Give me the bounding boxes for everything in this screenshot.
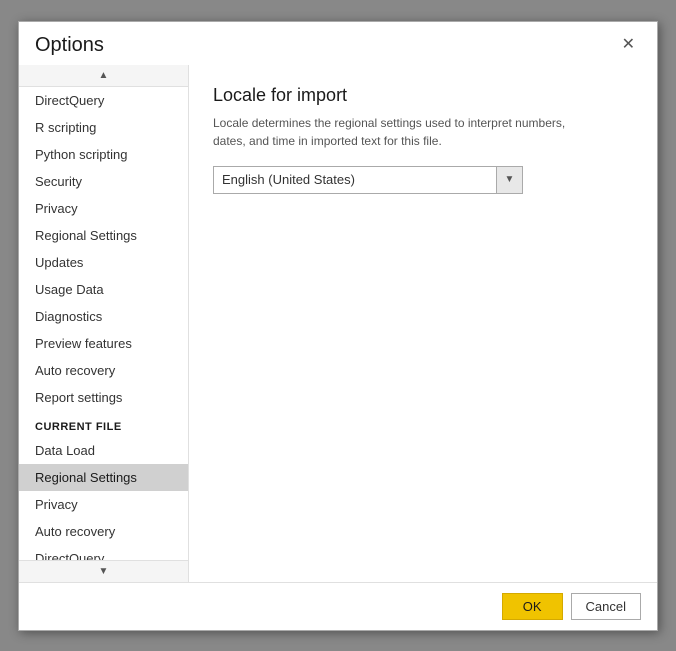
current-file-nav-section: Data LoadRegional SettingsPrivacyAuto re… [19, 437, 188, 560]
content-title: Locale for import [213, 85, 633, 106]
sidebar-item-regional-settings-file[interactable]: Regional Settings [19, 464, 188, 491]
global-nav-section: DirectQueryR scriptingPython scriptingSe… [19, 87, 188, 411]
sidebar: ▲ DirectQueryR scriptingPython scripting… [19, 65, 189, 582]
dialog-footer: OK Cancel [19, 582, 657, 630]
sidebar-item-directquery[interactable]: DirectQuery [19, 87, 188, 114]
sidebar-item-usage-data[interactable]: Usage Data [19, 276, 188, 303]
up-arrow-icon: ▲ [99, 70, 109, 81]
sidebar-item-updates[interactable]: Updates [19, 249, 188, 276]
close-button[interactable]: ✕ [616, 35, 641, 55]
sidebar-item-diagnostics[interactable]: Diagnostics [19, 303, 188, 330]
sidebar-item-preview-features[interactable]: Preview features [19, 330, 188, 357]
content-description: Locale determines the regional settings … [213, 114, 593, 150]
options-dialog: Options ✕ ▲ DirectQueryR scriptingPython… [18, 21, 658, 631]
content-area: Locale for import Locale determines the … [189, 65, 657, 582]
ok-button[interactable]: OK [502, 593, 563, 620]
sidebar-item-directquery-file[interactable]: DirectQuery [19, 545, 188, 560]
locale-dropdown[interactable]: English (United States) ▼ [213, 166, 523, 194]
sidebar-item-security[interactable]: Security [19, 168, 188, 195]
scroll-up-arrow[interactable]: ▲ [19, 65, 188, 87]
scroll-down-arrow[interactable]: ▼ [19, 560, 188, 582]
sidebar-item-r-scripting[interactable]: R scripting [19, 114, 188, 141]
cancel-button[interactable]: Cancel [571, 593, 641, 620]
sidebar-scroll[interactable]: DirectQueryR scriptingPython scriptingSe… [19, 87, 188, 560]
sidebar-item-python-scripting[interactable]: Python scripting [19, 141, 188, 168]
sidebar-item-report-settings-global[interactable]: Report settings [19, 384, 188, 411]
sidebar-item-privacy-file[interactable]: Privacy [19, 491, 188, 518]
sidebar-item-privacy[interactable]: Privacy [19, 195, 188, 222]
locale-value: English (United States) [222, 172, 355, 187]
down-arrow-icon: ▼ [99, 566, 109, 577]
locale-dropdown-arrow: ▼ [496, 167, 522, 193]
dialog-title: Options [35, 34, 104, 57]
current-file-header: CURRENT FILE [19, 411, 188, 437]
sidebar-item-regional-settings-global[interactable]: Regional Settings [19, 222, 188, 249]
dropdown-arrow-icon: ▼ [505, 174, 515, 185]
sidebar-item-auto-recovery-file[interactable]: Auto recovery [19, 518, 188, 545]
dialog-body: ▲ DirectQueryR scriptingPython scripting… [19, 65, 657, 582]
sidebar-item-data-load[interactable]: Data Load [19, 437, 188, 464]
title-bar: Options ✕ [19, 22, 657, 65]
sidebar-item-auto-recovery-global[interactable]: Auto recovery [19, 357, 188, 384]
